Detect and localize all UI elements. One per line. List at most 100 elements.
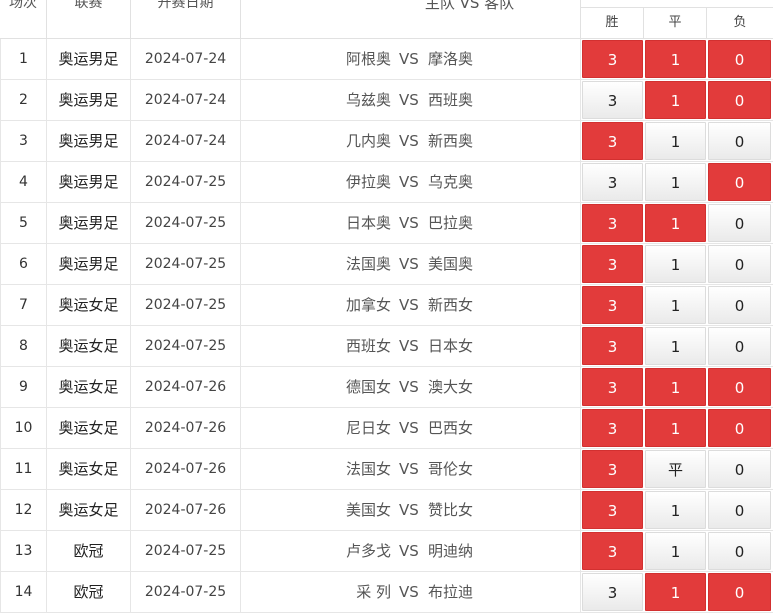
header-date: 开赛日期 bbox=[131, 0, 241, 38]
win-option-button[interactable]: 3 bbox=[582, 368, 643, 406]
draw-option-button[interactable]: 1 bbox=[645, 286, 706, 324]
draw-option-button[interactable]: 平 bbox=[645, 450, 706, 488]
win-option-button[interactable]: 3 bbox=[582, 450, 643, 488]
lose-option-button[interactable]: 0 bbox=[708, 286, 771, 324]
draw-option-button[interactable]: 1 bbox=[645, 327, 706, 365]
table-row: 11 奥运女足 2024-07-26 法国女 VS 哥伦女 3 平 0 bbox=[0, 449, 773, 490]
lose-option-button[interactable]: 0 bbox=[708, 450, 771, 488]
league-name: 奥运女足 bbox=[47, 490, 131, 530]
table-row: 3 奥运男足 2024-07-24 几内奥 VS 新西奥 3 1 0 bbox=[0, 121, 773, 162]
home-team: 卢多戈 bbox=[345, 542, 391, 560]
win-option-button[interactable]: 3 bbox=[582, 245, 643, 283]
lose-option-button[interactable]: 0 bbox=[708, 491, 771, 529]
draw-option-button[interactable]: 1 bbox=[645, 245, 706, 283]
table-row: 5 奥运男足 2024-07-25 日本奥 VS 巴拉奥 3 1 0 bbox=[0, 203, 773, 244]
draw-option-button[interactable]: 1 bbox=[645, 573, 706, 611]
vs-label: VS bbox=[399, 132, 419, 150]
table-row: 13 欧冠 2024-07-25 卢多戈 VS 明迪纳 3 1 0 bbox=[0, 531, 773, 572]
draw-option-button[interactable]: 1 bbox=[645, 204, 706, 242]
away-team: 明迪纳 bbox=[428, 542, 474, 560]
table-row: 4 奥运男足 2024-07-25 伊拉奥 VS 乌克奥 3 1 0 bbox=[0, 162, 773, 203]
draw-option-button[interactable]: 1 bbox=[645, 491, 706, 529]
match-date: 2024-07-24 bbox=[131, 121, 241, 161]
match-teams: 阿根奥 VS 摩洛奥 bbox=[241, 39, 581, 79]
away-team: 新西女 bbox=[428, 296, 474, 314]
header-no: 场次 bbox=[0, 0, 47, 38]
win-option-button[interactable]: 3 bbox=[582, 532, 643, 570]
match-teams: 美国女 VS 赞比女 bbox=[241, 490, 581, 530]
win-option-button[interactable]: 3 bbox=[582, 286, 643, 324]
win-option-button[interactable]: 3 bbox=[582, 409, 643, 447]
win-option-button[interactable]: 3 bbox=[582, 40, 643, 78]
draw-option-button[interactable]: 1 bbox=[645, 81, 706, 119]
win-option-button[interactable]: 3 bbox=[582, 491, 643, 529]
match-number: 12 bbox=[0, 490, 47, 530]
match-teams: 日本奥 VS 巴拉奥 bbox=[241, 203, 581, 243]
table-row: 6 奥运男足 2024-07-25 法国奥 VS 美国奥 3 1 0 bbox=[0, 244, 773, 285]
draw-option-button[interactable]: 1 bbox=[645, 163, 706, 201]
match-date: 2024-07-24 bbox=[131, 80, 241, 120]
league-name: 奥运男足 bbox=[47, 80, 131, 120]
league-name: 欧冠 bbox=[47, 531, 131, 571]
match-number: 11 bbox=[0, 449, 47, 489]
match-number: 14 bbox=[0, 572, 47, 612]
home-team: 几内奥 bbox=[345, 132, 391, 150]
lose-option-button[interactable]: 0 bbox=[708, 122, 771, 160]
lose-option-button[interactable]: 0 bbox=[708, 409, 771, 447]
league-name: 欧冠 bbox=[47, 572, 131, 612]
match-number: 8 bbox=[0, 326, 47, 366]
win-option-button[interactable]: 3 bbox=[582, 122, 643, 160]
header-match: 主队 VS 客队 bbox=[241, 0, 581, 38]
table-row: 14 欧冠 2024-07-25 采 列 VS 布拉迪 3 1 0 bbox=[0, 572, 773, 613]
vs-label: VS bbox=[399, 296, 419, 314]
lose-option-button[interactable]: 0 bbox=[708, 327, 771, 365]
win-option-button[interactable]: 3 bbox=[582, 327, 643, 365]
lose-option-button[interactable]: 0 bbox=[708, 245, 771, 283]
draw-option-button[interactable]: 1 bbox=[645, 409, 706, 447]
match-date: 2024-07-26 bbox=[131, 367, 241, 407]
header-draw: 平 bbox=[644, 7, 707, 38]
vs-label: VS bbox=[399, 214, 419, 232]
vs-label: VS bbox=[399, 419, 419, 437]
header-odds: 胜 平 负 bbox=[581, 0, 773, 38]
lose-option-button[interactable]: 0 bbox=[708, 163, 771, 201]
match-date: 2024-07-25 bbox=[131, 244, 241, 284]
draw-option-button[interactable]: 1 bbox=[645, 368, 706, 406]
home-team: 采 列 bbox=[356, 583, 391, 601]
win-option-button[interactable]: 3 bbox=[582, 163, 643, 201]
header-win: 胜 bbox=[581, 7, 644, 38]
match-number: 2 bbox=[0, 80, 47, 120]
draw-option-button[interactable]: 1 bbox=[645, 122, 706, 160]
table-header: 场次 联赛 开赛日期 主队 VS 客队 胜 平 负 bbox=[0, 0, 773, 39]
match-date: 2024-07-25 bbox=[131, 203, 241, 243]
home-team: 法国奥 bbox=[345, 255, 391, 273]
lose-option-button[interactable]: 0 bbox=[708, 40, 771, 78]
match-teams: 西班女 VS 日本女 bbox=[241, 326, 581, 366]
match-table: 场次 联赛 开赛日期 主队 VS 客队 胜 平 负 1 奥运男足 2024-07-2… bbox=[0, 0, 773, 613]
lose-option-button[interactable]: 0 bbox=[708, 368, 771, 406]
match-teams: 几内奥 VS 新西奥 bbox=[241, 121, 581, 161]
match-teams: 乌兹奥 VS 西班奥 bbox=[241, 80, 581, 120]
lose-option-button[interactable]: 0 bbox=[708, 204, 771, 242]
lose-option-button[interactable]: 0 bbox=[708, 81, 771, 119]
draw-option-button[interactable]: 1 bbox=[645, 40, 706, 78]
win-option-button[interactable]: 3 bbox=[582, 204, 643, 242]
lose-option-button[interactable]: 0 bbox=[708, 573, 771, 611]
vs-label: VS bbox=[399, 91, 419, 109]
league-name: 奥运女足 bbox=[47, 285, 131, 325]
match-teams: 伊拉奥 VS 乌克奥 bbox=[241, 162, 581, 202]
away-team: 美国奥 bbox=[428, 255, 474, 273]
win-option-button[interactable]: 3 bbox=[582, 573, 643, 611]
league-name: 奥运女足 bbox=[47, 326, 131, 366]
home-team: 德国女 bbox=[345, 378, 391, 396]
match-number: 7 bbox=[0, 285, 47, 325]
draw-option-button[interactable]: 1 bbox=[645, 532, 706, 570]
match-number: 5 bbox=[0, 203, 47, 243]
match-date: 2024-07-24 bbox=[131, 39, 241, 79]
win-option-button[interactable]: 3 bbox=[582, 81, 643, 119]
league-name: 奥运男足 bbox=[47, 121, 131, 161]
away-team: 哥伦女 bbox=[428, 460, 474, 478]
lose-option-button[interactable]: 0 bbox=[708, 532, 771, 570]
league-name: 奥运女足 bbox=[47, 408, 131, 448]
home-team: 美国女 bbox=[345, 501, 391, 519]
